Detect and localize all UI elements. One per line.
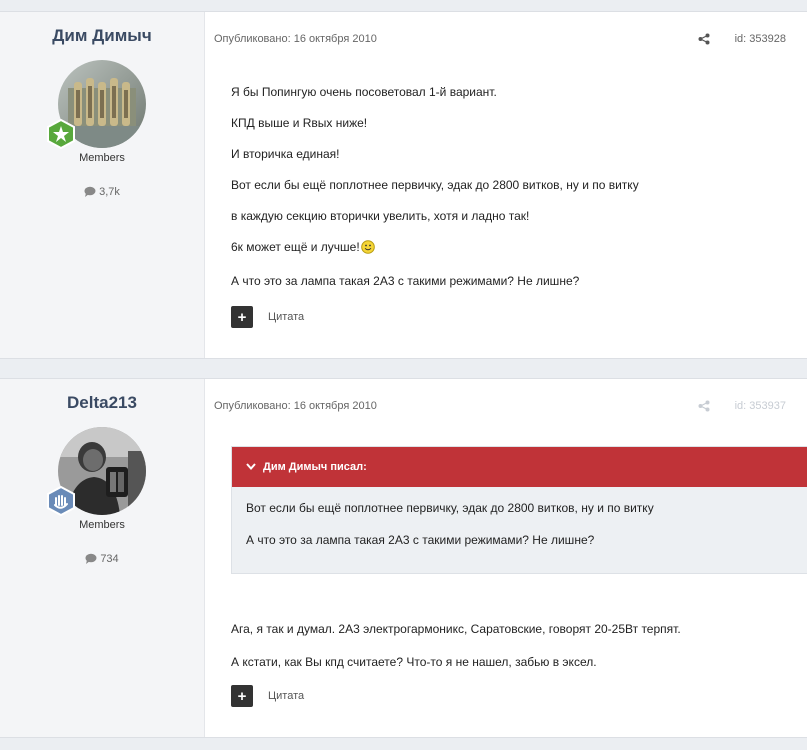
post-line: Ага, я так и думал. 2А3 электрогармоникс…: [231, 622, 681, 636]
plus-icon[interactable]: +: [231, 306, 253, 328]
quote-header-text: Дим Димыч писал:: [263, 461, 367, 473]
post-body: Я бы Попингую очень посоветовал 1-й вари…: [231, 85, 639, 289]
post-content: Опубликовано: 16 октября 2010 id: 353937…: [205, 379, 807, 737]
quote-body: Вот если бы ещё поплотнее первичку, эдак…: [246, 501, 654, 548]
quote-block: Дим Димыч писал: Вот если бы ещё поплотн…: [231, 446, 807, 574]
post-content: Опубликовано: 16 октября 2010 id: 353928…: [205, 12, 807, 358]
post-line: А что это за лампа такая 2А3 с такими ре…: [231, 274, 580, 288]
post-date[interactable]: Опубликовано: 16 октября 2010: [214, 33, 377, 45]
author-panel: Дим Димыч Members 3,7k: [0, 12, 205, 358]
chevron-down-icon[interactable]: [246, 461, 256, 473]
star-badge-icon: [46, 118, 76, 150]
post-line-with-smiley: 6к может ещё и лучше!: [231, 240, 639, 258]
quote-button[interactable]: + Цитата: [231, 685, 304, 707]
share-icon[interactable]: [698, 399, 710, 417]
post-id[interactable]: id: 353928: [735, 33, 786, 45]
post-line: в каждую секцию вторички увелить, хотя и…: [231, 209, 530, 223]
post-count-value: 3,7k: [99, 186, 120, 198]
author-name[interactable]: Дим Димыч: [0, 26, 204, 46]
quote-header[interactable]: Дим Димыч писал:: [232, 447, 807, 487]
post: Delta213 Members 734 Опубликовано: 16 ок…: [0, 378, 807, 738]
hand-badge-icon: [46, 485, 76, 517]
comment-icon: [85, 553, 97, 564]
member-group: Members: [79, 152, 125, 164]
avatar-wrapper: [47, 427, 146, 517]
post-id[interactable]: id: 353937: [735, 400, 786, 412]
post-count-value: 734: [100, 553, 119, 565]
quote-line: Вот если бы ещё поплотнее первичку, эдак…: [246, 501, 654, 515]
post-date[interactable]: Опубликовано: 16 октября 2010: [214, 400, 377, 412]
post-body: Ага, я так и думал. 2А3 электрогармоникс…: [231, 622, 681, 670]
share-icon[interactable]: [698, 32, 710, 50]
comment-icon: [84, 186, 96, 197]
post-line: КПД выше и Rвых ниже!: [231, 116, 368, 130]
author-name[interactable]: Delta213: [0, 393, 204, 413]
post-line: И вторичка единая!: [231, 147, 340, 161]
quote-label[interactable]: Цитата: [268, 311, 304, 323]
avatar-wrapper: [47, 60, 146, 150]
post-line: 6к может ещё и лучше!: [231, 240, 360, 254]
quote-label[interactable]: Цитата: [268, 690, 304, 702]
plus-icon[interactable]: +: [231, 685, 253, 707]
post: Дим Димыч Members 3,7k Опубликовано: 16 …: [0, 11, 807, 359]
quote-line: А что это за лампа такая 2А3 с такими ре…: [246, 533, 595, 547]
author-panel: Delta213 Members 734: [0, 379, 205, 737]
member-group: Members: [79, 519, 125, 531]
post-count: 3,7k: [0, 186, 204, 198]
post-line: А кстати, как Вы кпд считаете? Что-то я …: [231, 655, 597, 669]
post-line: Вот если бы ещё поплотнее первичку, эдак…: [231, 178, 639, 192]
post-line: Я бы Попингую очень посоветовал 1-й вари…: [231, 85, 497, 99]
smiley-icon: [360, 240, 375, 258]
post-count: 734: [0, 553, 204, 565]
quote-button[interactable]: + Цитата: [231, 306, 304, 328]
